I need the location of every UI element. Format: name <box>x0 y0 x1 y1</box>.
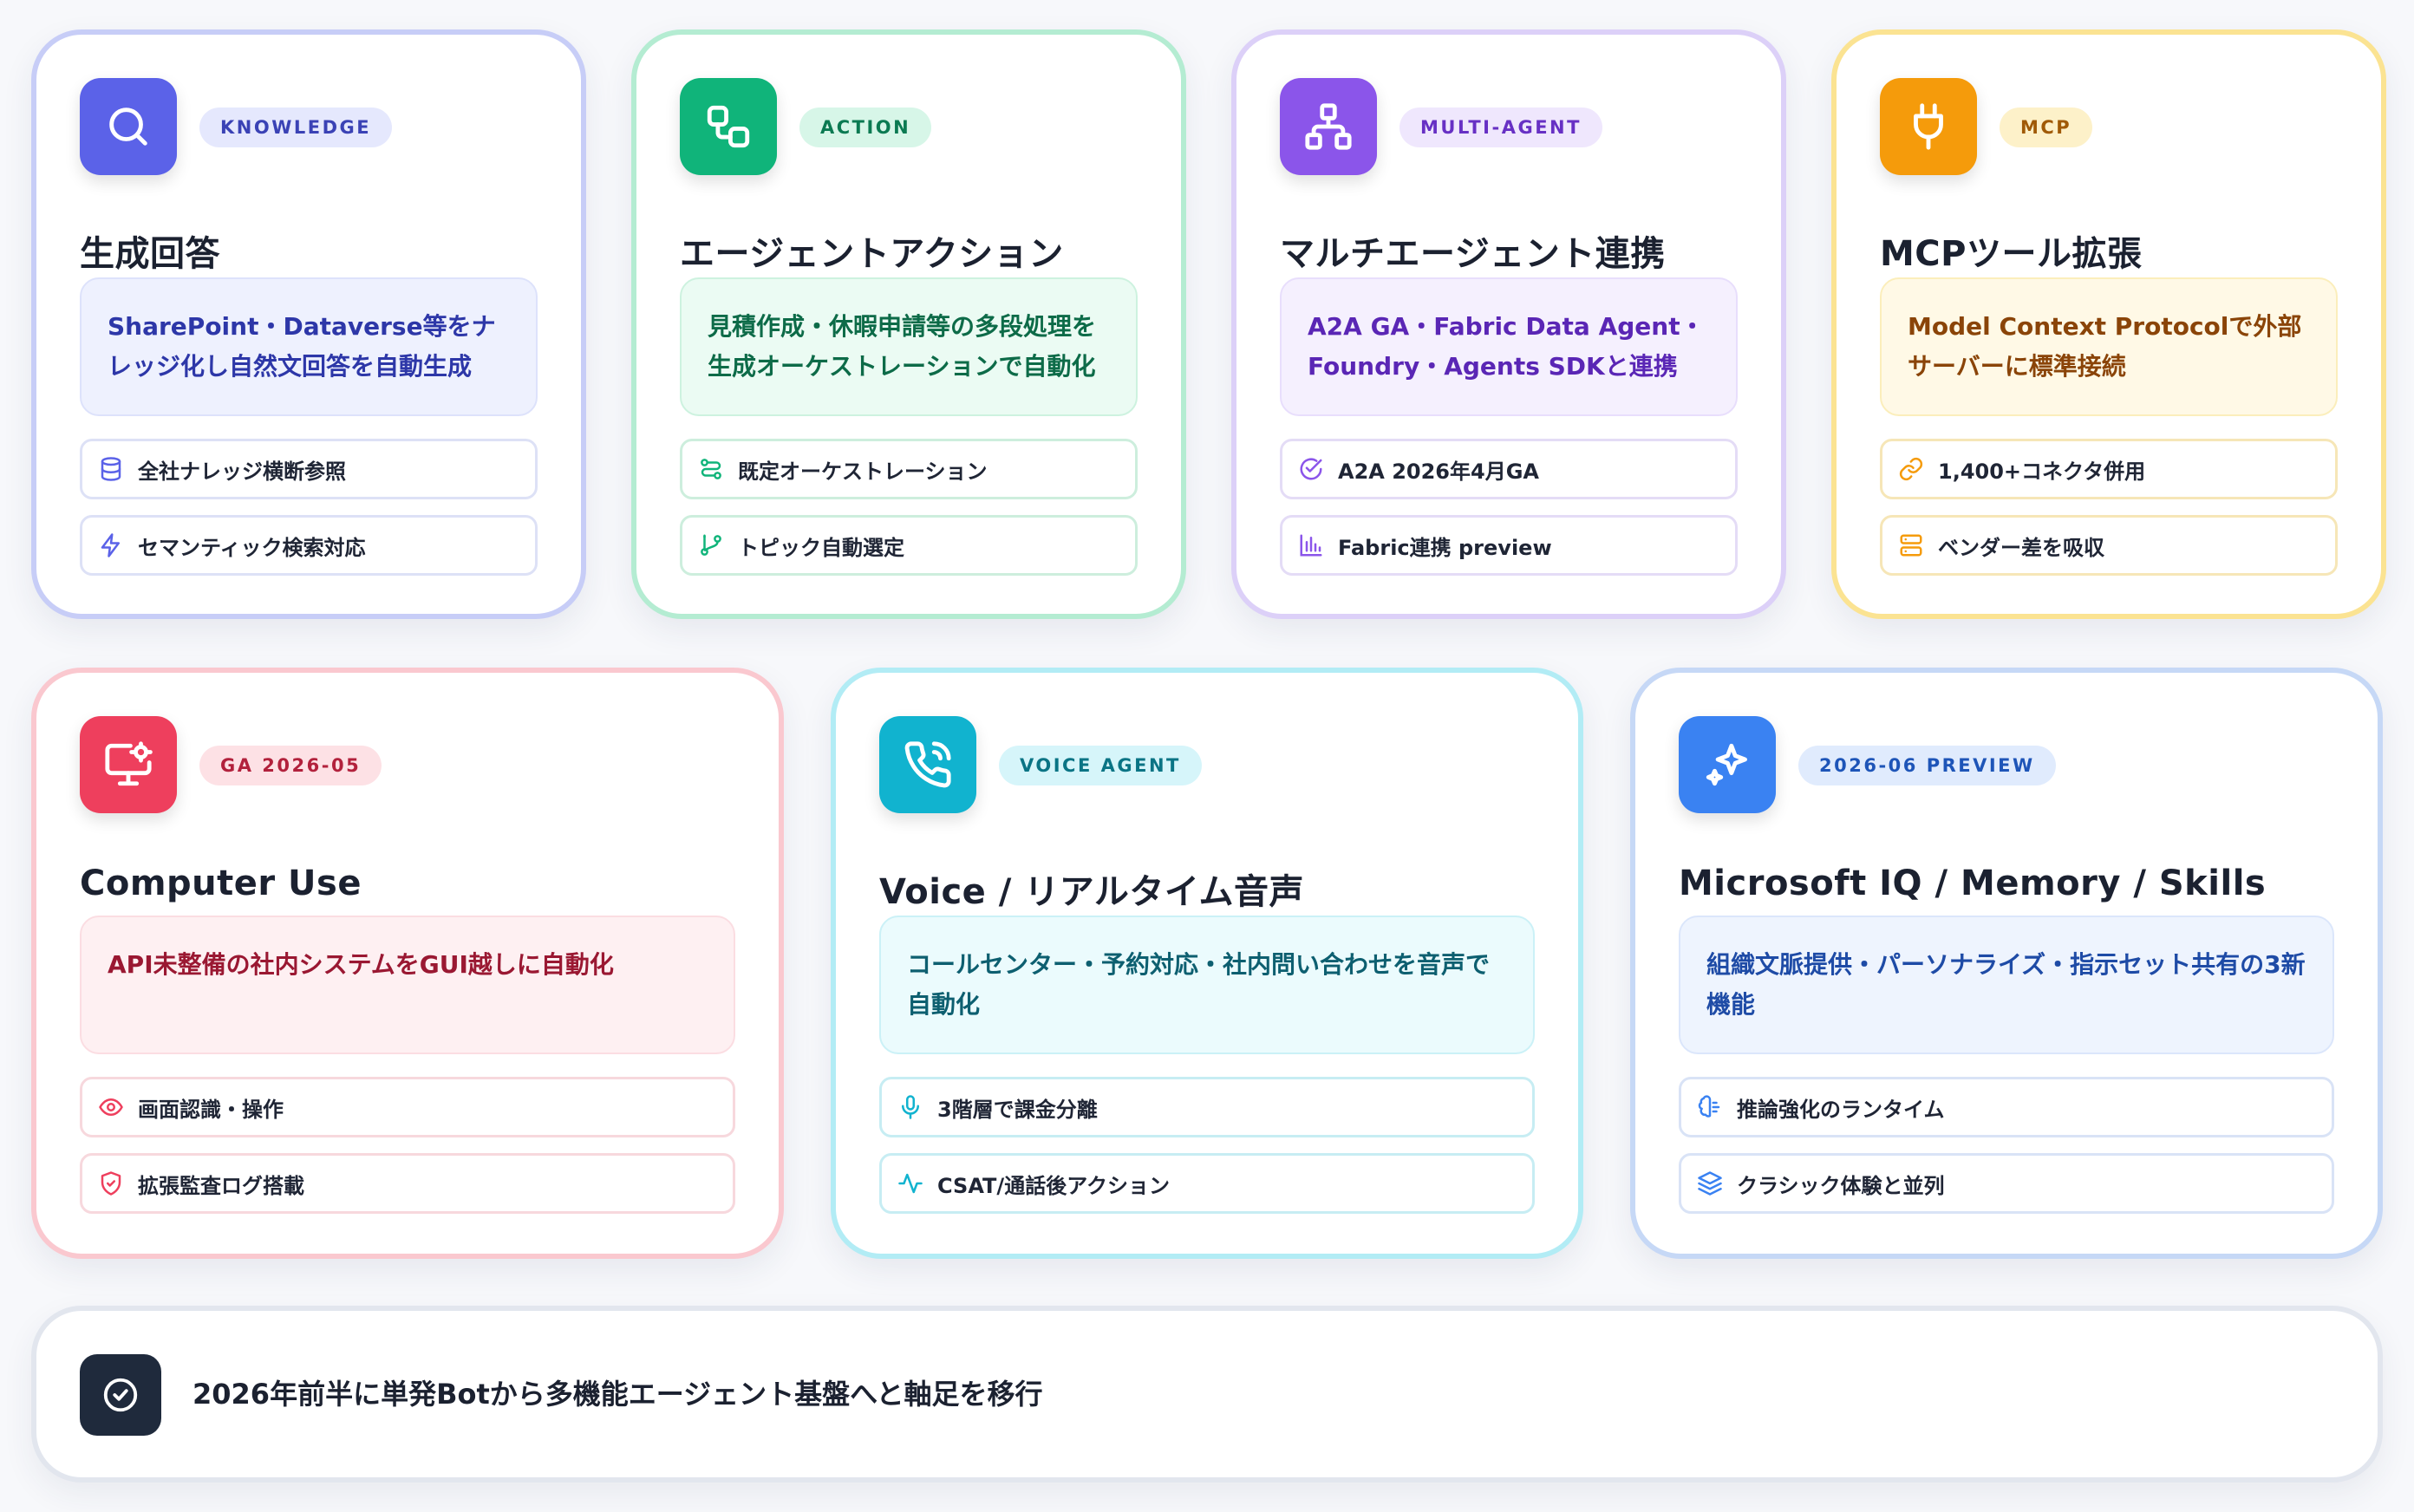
card-mcp[interactable]: MCP MCPツール拡張 Model Context Protocolで外部サー… <box>1831 29 2386 619</box>
git-branch-icon <box>701 534 721 556</box>
monitor-cog-icon <box>80 716 177 813</box>
route-icon <box>701 459 721 479</box>
feature-label: CSAT/通話後アクション <box>937 1173 1170 1198</box>
link-icon <box>1899 457 1923 481</box>
workflow-icon <box>680 78 777 175</box>
category-badge: KNOWLEDGE <box>199 108 393 147</box>
feature-item[interactable]: 全社ナレッジ横断参照 <box>80 439 538 499</box>
card-multi-agent[interactable]: MULTI-AGENT マルチエージェント連携 A2A GA・Fabric Da… <box>1231 29 1786 619</box>
eye-icon <box>99 1098 123 1117</box>
feature-label: 推論強化のランタイム <box>1737 1097 1945 1122</box>
card-title: 生成回答 <box>80 234 220 274</box>
card-title: Microsoft IQ / Memory / Skills <box>1679 864 2267 903</box>
card-description: コールセンター・予約対応・社内問い合わせを音声で自動化 <box>879 916 1535 1054</box>
feature-item[interactable]: A2A 2026年4月GA <box>1280 439 1738 499</box>
check-circle-icon <box>80 1354 161 1436</box>
feature-item[interactable]: 3階層で課金分離 <box>879 1077 1535 1137</box>
server-icon <box>1900 534 1922 557</box>
category-badge: 2026-06 PREVIEW <box>1798 746 2056 785</box>
feature-item[interactable]: ベンダー差を吸収 <box>1880 515 2338 576</box>
phone-call-icon <box>879 716 976 813</box>
feature-label: クラシック体験と並列 <box>1737 1173 1945 1198</box>
card-computer-use[interactable]: GA 2026-05 Computer Use API未整備の社内システムをGU… <box>31 668 784 1259</box>
category-badge: MCP <box>2000 108 2093 147</box>
category-badge: VOICE AGENT <box>999 746 1202 785</box>
feature-item[interactable]: 1,400+コネクタ併用 <box>1880 439 2338 499</box>
feature-item[interactable]: トピック自動選定 <box>680 515 1138 576</box>
feature-item[interactable]: クラシック体験と並列 <box>1679 1153 2334 1214</box>
feature-label: 全社ナレッジ横断参照 <box>138 459 346 484</box>
card-description: API未整備の社内システムをGUI越しに自動化 <box>80 916 735 1054</box>
activity-icon <box>898 1173 923 1194</box>
brain-icon <box>1698 1095 1720 1118</box>
card-description: 組織文脈提供・パーソナライズ・指示セット共有の3新機能 <box>1679 916 2334 1054</box>
card-description: 見積作成・休暇申請等の多段処理を生成オーケストレーションで自動化 <box>680 277 1138 416</box>
card-description: A2A GA・Fabric Data Agent・Foundry・Agents … <box>1280 277 1738 416</box>
feature-label: A2A 2026年4月GA <box>1338 459 1539 484</box>
feature-item[interactable]: 拡張監査ログ搭載 <box>80 1153 735 1214</box>
card-action[interactable]: ACTION エージェントアクション 見積作成・休暇申請等の多段処理を生成オーケ… <box>631 29 1186 619</box>
category-badge: ACTION <box>799 108 932 147</box>
card-voice[interactable]: VOICE AGENT Voice / リアルタイム音声 コールセンター・予約対… <box>831 668 1583 1259</box>
card-title: マルチエージェント連携 <box>1280 234 1666 274</box>
card-title: MCPツール拡張 <box>1880 234 2143 274</box>
feature-label: セマンティック検索対応 <box>138 535 366 560</box>
feature-item[interactable]: 推論強化のランタイム <box>1679 1077 2334 1137</box>
feature-label: 3階層で課金分離 <box>937 1097 1098 1122</box>
feature-item[interactable]: Fabric連携 preview <box>1280 515 1738 576</box>
card-knowledge[interactable]: KNOWLEDGE 生成回答 SharePoint・Dataverse等をナレッ… <box>31 29 586 619</box>
card-description: SharePoint・Dataverse等をナレッジ化し自然文回答を自動生成 <box>80 277 538 416</box>
feature-label: ベンダー差を吸収 <box>1938 535 2104 560</box>
category-badge: MULTI-AGENT <box>1399 108 1602 147</box>
feature-label: 1,400+コネクタ併用 <box>1938 459 2146 484</box>
plug-icon <box>1880 78 1977 175</box>
search-icon <box>80 78 177 175</box>
summary-text: 2026年前半に単発Botから多機能エージェント基盤へと軸足を移行 <box>192 1378 1043 1411</box>
card-title: エージェントアクション <box>680 234 1064 274</box>
card-description: Model Context Protocolで外部サーバーに標準接続 <box>1880 277 2338 416</box>
network-icon <box>1280 78 1377 175</box>
feature-label: 画面認識・操作 <box>138 1097 284 1122</box>
card-title: Voice / リアルタイム音声 <box>879 872 1305 912</box>
category-badge: GA 2026-05 <box>199 746 382 785</box>
mic-icon <box>902 1095 919 1119</box>
feature-label: トピック自動選定 <box>738 535 904 560</box>
check-circle-icon <box>1300 458 1322 480</box>
bar-chart-icon <box>1300 534 1322 557</box>
feature-item[interactable]: セマンティック検索対応 <box>80 515 538 576</box>
layers-icon <box>1698 1171 1722 1196</box>
summary-banner: 2026年前半に単発Botから多機能エージェント基盤へと軸足を移行 <box>31 1306 2383 1483</box>
lightning-icon <box>101 533 120 557</box>
card-microsoft-iq[interactable]: 2026-06 PREVIEW Microsoft IQ / Memory / … <box>1630 668 2383 1259</box>
card-title: Computer Use <box>80 864 362 903</box>
database-icon <box>101 457 121 481</box>
feature-label: 既定オーケストレーション <box>738 459 988 484</box>
feature-item[interactable]: 既定オーケストレーション <box>680 439 1138 499</box>
feature-label: 拡張監査ログ搭載 <box>138 1173 304 1198</box>
sparkles-icon <box>1679 716 1776 813</box>
feature-label: Fabric連携 preview <box>1338 535 1552 560</box>
feature-item[interactable]: CSAT/通話後アクション <box>879 1153 1535 1214</box>
feature-item[interactable]: 画面認識・操作 <box>80 1077 735 1137</box>
shield-icon <box>101 1171 121 1196</box>
